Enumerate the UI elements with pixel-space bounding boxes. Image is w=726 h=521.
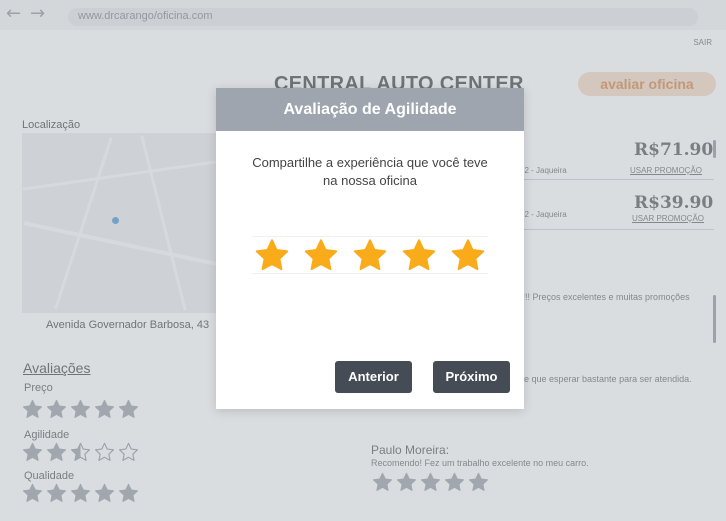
previous-button[interactable]: Anterior: [335, 361, 412, 393]
star-filled-icon[interactable]: [450, 238, 486, 272]
star-rating-input[interactable]: [252, 236, 488, 274]
next-button[interactable]: Próximo: [433, 361, 510, 393]
star-filled-icon[interactable]: [254, 238, 290, 272]
star-filled-icon[interactable]: [303, 238, 339, 272]
star-filled-icon[interactable]: [352, 238, 388, 272]
agility-rating-modal: Avaliação de Agilidade Compartilhe a exp…: [216, 88, 524, 409]
modal-title: Avaliação de Agilidade: [216, 88, 524, 131]
star-filled-icon[interactable]: [401, 238, 437, 272]
modal-prompt: Compartilhe a experiência que você teve …: [252, 155, 488, 188]
